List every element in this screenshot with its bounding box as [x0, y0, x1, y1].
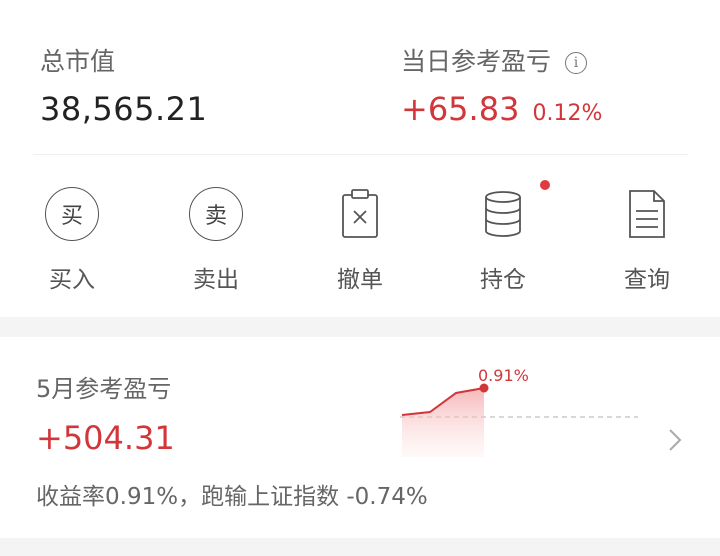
query-label: 查询 [624, 267, 670, 293]
cancel-order-label: 撤单 [337, 267, 383, 293]
positions-button[interactable]: 持仓 [463, 180, 550, 294]
info-icon[interactable]: i [565, 52, 588, 74]
total-assets-value: 38,565.21 [40, 90, 208, 128]
positions-icon [485, 191, 521, 237]
section-gap [0, 317, 720, 337]
today-pnl-label: 当日参考盈亏 [401, 47, 552, 76]
today-pnl-value: +65.83 [401, 90, 520, 128]
cancel-order-icon [342, 189, 378, 238]
cancel-order-button[interactable]: 撤单 [320, 186, 400, 294]
positions-label: 持仓 [480, 267, 526, 293]
monthly-trend-chart: 0.91% [400, 366, 638, 457]
total-assets-label: 总市值 [40, 47, 116, 76]
chevron-right-icon[interactable] [667, 427, 683, 453]
sell-icon: 卖 [189, 187, 243, 241]
today-pnl-header: 当日参考盈亏 i [401, 42, 588, 78]
notification-dot [540, 180, 550, 190]
sell-label: 卖出 [193, 267, 239, 293]
divider [33, 154, 688, 155]
monthly-title: 5月参考盈亏 [36, 375, 172, 403]
query-button[interactable]: 查询 [607, 186, 687, 294]
today-pnl-percent: 0.12% [532, 101, 603, 126]
sell-button[interactable]: 卖 卖出 [176, 186, 256, 294]
buy-button[interactable]: 买 买入 [32, 186, 112, 294]
trend-area [402, 388, 484, 457]
query-icon [629, 190, 665, 238]
bottom-gap [0, 538, 720, 556]
monthly-return-text: 收益率0.91%，跑输上证指数 -0.74% [36, 484, 428, 510]
monthly-pnl-card[interactable]: 5月参考盈亏 +504.31 收益率0.91%，跑输上证指数 -0.74% 0.… [0, 337, 720, 538]
today-pnl: +65.83 0.12% [401, 90, 602, 128]
buy-icon: 买 [45, 187, 99, 241]
monthly-value: +504.31 [36, 419, 175, 457]
buy-label: 买入 [49, 267, 95, 293]
trend-point-label: 0.91% [478, 366, 529, 385]
